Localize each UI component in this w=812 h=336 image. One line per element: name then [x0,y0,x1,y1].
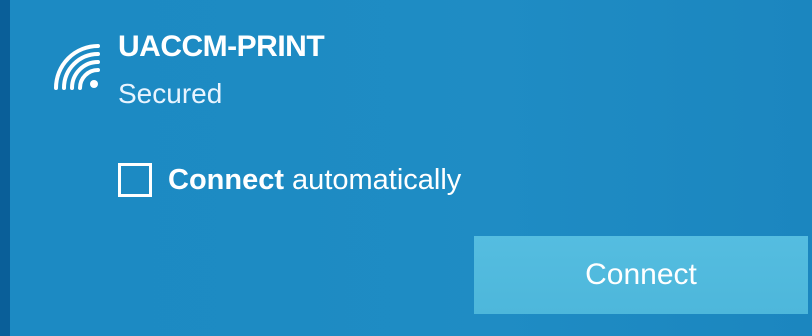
connect-automatically-label-bold: Connect [168,163,284,196]
window-left-edge [0,0,10,336]
connect-automatically-label-rest: automatically [284,163,462,196]
connect-automatically-checkbox[interactable] [118,163,152,197]
network-name: UACCM-PRINT [118,30,325,63]
wifi-network-panel: UACCM-PRINT Secured Connect automaticall… [10,0,812,336]
connect-automatically-option[interactable]: Connect automatically [118,158,461,202]
wifi-signal-icon [54,44,100,90]
network-security-status: Secured [118,78,223,109]
connect-button[interactable]: Connect [474,236,808,314]
connect-automatically-label: Connect automatically [168,164,461,197]
